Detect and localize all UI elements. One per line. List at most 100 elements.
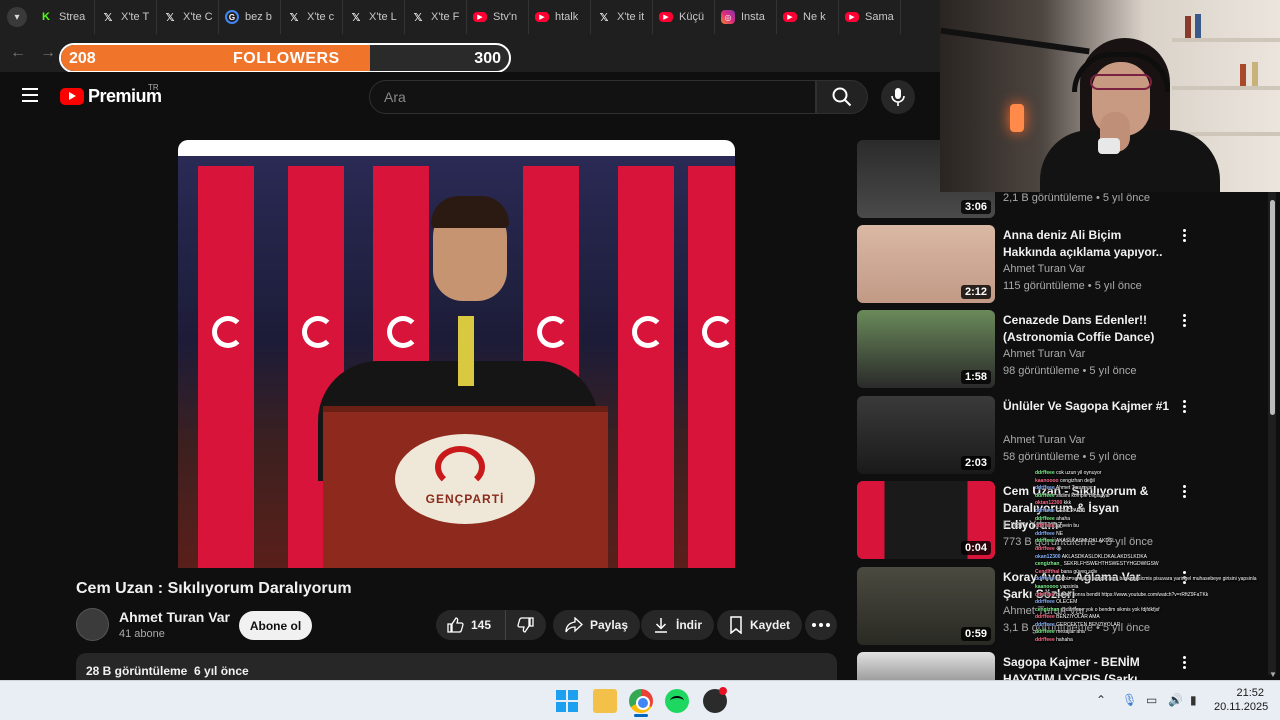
- tab-label: bez b: [245, 11, 272, 23]
- recommended-channel[interactable]: Ahmet Turan Var: [1003, 348, 1085, 360]
- chat-message: Cendlfthal bana güven sdiv: [1035, 569, 1270, 577]
- chat-message: okan12300 AKLASDKASLDKLDKALAKDSLKDKA: [1035, 554, 1270, 562]
- recommended-video[interactable]: 2:12 Anna deniz Ali Biçim Hakkında açıkla…: [857, 225, 1197, 305]
- network-icon[interactable]: ▭: [1146, 693, 1157, 707]
- search-button[interactable]: [816, 80, 868, 114]
- chrome-icon[interactable]: [629, 689, 653, 713]
- tab-label: X'te it: [617, 11, 645, 23]
- subscribe-button[interactable]: Abone ol: [239, 611, 312, 640]
- browser-tab[interactable]: K Strea: [33, 0, 95, 34]
- volume-icon[interactable]: 🔊: [1168, 693, 1183, 707]
- back-arrow-icon[interactable]: ←: [10, 44, 26, 62]
- recommended-title[interactable]: Cenazede Dans Edenler!! (Astronomia Coff…: [1003, 312, 1173, 346]
- browser-tab[interactable]: ▶ htalk: [529, 0, 591, 34]
- bookshelf: [1172, 86, 1280, 90]
- x-icon: 𝕏: [103, 11, 113, 24]
- obs-icon[interactable]: [703, 687, 727, 713]
- menu-icon[interactable]: [22, 88, 38, 102]
- spotify-icon[interactable]: [665, 689, 689, 713]
- microphone-tray-icon[interactable]: 🎙: [1122, 693, 1137, 707]
- tab-label: htalk: [555, 11, 579, 23]
- chat-text: ahaha: [1056, 515, 1071, 522]
- system-clock[interactable]: 21:52 20.11.2025: [1214, 686, 1268, 714]
- podium: GENÇPARTİ: [323, 406, 608, 568]
- chat-username: okan12300: [1035, 553, 1061, 560]
- file-explorer-icon[interactable]: [593, 689, 617, 713]
- recommended-title[interactable]: Anna deniz Ali Biçim Hakkında açıklama y…: [1003, 227, 1173, 261]
- voice-search-button[interactable]: [881, 80, 915, 114]
- recommended-channel[interactable]: Ahmet Turan Var: [1003, 434, 1085, 446]
- browser-tab[interactable]: ▶ Ne k: [777, 0, 839, 34]
- browser-tab[interactable]: ▶ Stv'n: [467, 0, 529, 34]
- download-icon: [655, 618, 667, 633]
- chat-message: ddrffeee BENZİYOLAR AMA: [1035, 614, 1270, 622]
- scroll-down-arrow-icon[interactable]: ▼: [1269, 670, 1277, 679]
- instagram-icon: ◎: [721, 10, 735, 24]
- windows-start-icon[interactable]: [555, 689, 579, 713]
- more-options-icon[interactable]: [1179, 400, 1189, 416]
- browser-tab[interactable]: 𝕏 X'te F: [405, 0, 467, 34]
- crescent-icon: [435, 446, 485, 488]
- browser-tab[interactable]: ▶ Sama: [839, 0, 901, 34]
- browser-tab[interactable]: 𝕏 X'te L: [343, 0, 405, 34]
- search-input[interactable]: [369, 80, 816, 114]
- browser-tab[interactable]: 𝕏 X'te it: [591, 0, 653, 34]
- browser-tab[interactable]: ◎ Insta: [715, 0, 777, 34]
- scrollbar-thumb[interactable]: [1270, 200, 1275, 415]
- video-thumbnail[interactable]: 2:03: [857, 396, 995, 474]
- kick-icon: K: [42, 11, 50, 23]
- browser-tab[interactable]: ▶ Küçü: [653, 0, 715, 34]
- youtube-icon: ▶: [845, 12, 859, 22]
- share-button[interactable]: Paylaş: [553, 610, 641, 640]
- video-duration: 0:04: [960, 541, 991, 555]
- channel-avatar[interactable]: [76, 608, 109, 641]
- download-label: İndir: [676, 618, 702, 632]
- battery-icon[interactable]: ▮: [1190, 693, 1197, 707]
- chat-username: ddrffeee: [1035, 492, 1055, 499]
- more-options-icon[interactable]: [1179, 229, 1189, 245]
- speaker-tie: [458, 316, 474, 386]
- stream-chat-overlay: ddrffeee cok uzun yil oynuyor kaanoooo ce…: [1035, 470, 1270, 680]
- video-frame[interactable]: GENÇPARTİ: [178, 156, 735, 568]
- x-icon: 𝕏: [599, 11, 609, 24]
- download-button[interactable]: İndir: [641, 610, 714, 640]
- save-button[interactable]: Kaydet: [717, 610, 803, 640]
- recommended-video[interactable]: 1:58 Cenazede Dans Edenler!! (Astronomia …: [857, 310, 1197, 390]
- tab-search-button[interactable]: ▾: [7, 7, 27, 27]
- like-button[interactable]: 145: [436, 610, 506, 640]
- video-duration: 1:58: [960, 370, 991, 384]
- chat-username: ddrffeee: [1035, 515, 1055, 522]
- video-title: Cem Uzan : Sıkılıyorum Daralıyorum: [76, 580, 352, 597]
- thumbs-up-icon: [447, 617, 464, 633]
- forward-arrow-icon[interactable]: →: [40, 44, 56, 62]
- recommended-channel[interactable]: Ahmet Turan Var: [1003, 263, 1085, 275]
- more-actions-button[interactable]: [805, 610, 837, 640]
- chat-message: ddrffeee 😭: [1035, 546, 1270, 554]
- chat-username: ddrffeee: [1035, 637, 1055, 644]
- video-thumbnail[interactable]: 0:59: [857, 567, 995, 645]
- view-and-date: 28 B görüntüleme 6 yıl önce: [86, 664, 249, 678]
- more-options-icon[interactable]: [1179, 314, 1189, 330]
- recommended-video[interactable]: 2:03 Ünlüler Ve Sagopa Kajmer #1 Ahmet Tur…: [857, 396, 1197, 476]
- recommended-title[interactable]: Ünlüler Ve Sagopa Kajmer #1: [1003, 398, 1173, 415]
- video-thumbnail[interactable]: 1:58: [857, 310, 995, 388]
- browser-tab[interactable]: 𝕏 X'te T: [95, 0, 157, 34]
- channel-name[interactable]: Ahmet Turan Var: [119, 609, 230, 625]
- chat-username: Cendlfthal: [1035, 568, 1060, 575]
- chat-message: ddrffeee OLECEM: [1035, 599, 1270, 607]
- like-dislike-group: 145: [436, 610, 546, 640]
- video-thumbnail[interactable]: 0:04: [857, 481, 995, 559]
- browser-tab[interactable]: 𝕏 X'te C: [157, 0, 219, 34]
- chat-username: ddrffeee: [1035, 629, 1055, 636]
- dislike-button[interactable]: [506, 610, 546, 640]
- video-thumbnail[interactable]: 2:12: [857, 225, 995, 303]
- tray-overflow-icon[interactable]: ⌃: [1096, 693, 1106, 707]
- video-player[interactable]: GENÇPARTİ: [178, 140, 735, 568]
- youtube-premium-logo[interactable]: Premium: [60, 86, 162, 107]
- browser-tab[interactable]: Gbez b: [219, 0, 281, 34]
- browser-tab[interactable]: 𝕏 X'te c: [281, 0, 343, 34]
- chat-message: ddrffeee abi biz seni sicti sandik ama b…: [1035, 576, 1270, 584]
- chat-text: cok uzun yil oynuyor: [1056, 470, 1102, 476]
- chat-text: kkk: [1063, 500, 1072, 507]
- more-dots-icon: [812, 623, 816, 627]
